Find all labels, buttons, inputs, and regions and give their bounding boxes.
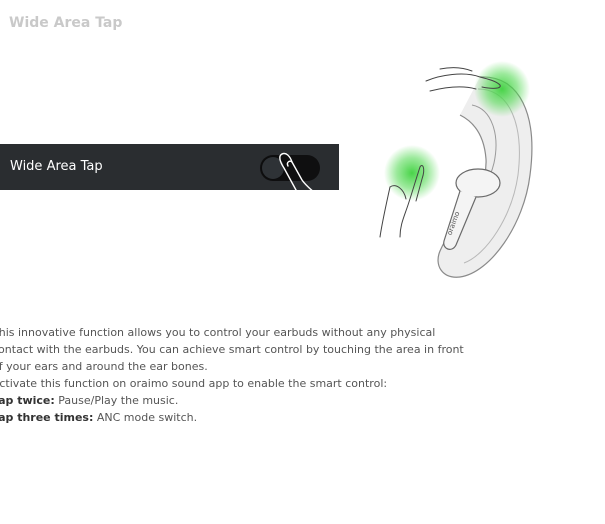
instruction-text: ANC mode switch. <box>93 411 198 424</box>
instruction-label: Tap twice: <box>0 394 55 407</box>
earbud-illustration: oraimo <box>379 61 533 278</box>
instruction-item: Tap three times: ANC mode switch. <box>0 409 602 426</box>
description-line: of your ears and around the ear bones. <box>0 360 208 373</box>
instruction-item: Tap twice: Pause/Play the music. <box>0 392 602 409</box>
description-line: This innovative function allows you to c… <box>0 326 436 339</box>
page: Wide Area Tap Wide Area Tap oraimo This … <box>0 0 605 524</box>
hand-pointer-icon <box>279 152 333 219</box>
description-line: Activate this function on oraimo sound a… <box>0 377 388 390</box>
instruction-label: Tap three times: <box>0 411 94 424</box>
page-title: Wide Area Tap <box>9 15 123 31</box>
toggle-label: Wide Area Tap <box>10 159 103 174</box>
description-line: contact with the earbuds. You can achiev… <box>0 343 464 356</box>
instruction-text: Pause/Play the music. <box>54 394 179 407</box>
description: This innovative function allows you to c… <box>0 324 602 426</box>
